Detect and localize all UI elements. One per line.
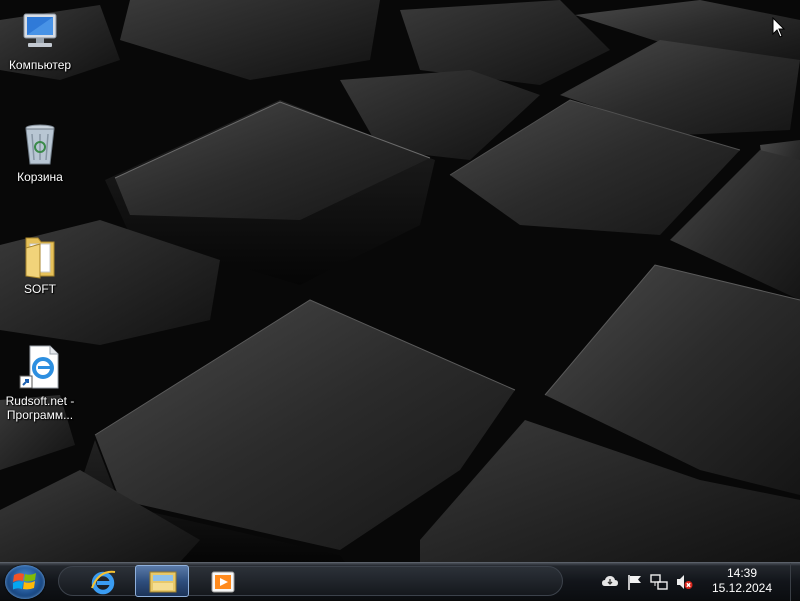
- desktop-icon-computer[interactable]: Компьютер: [0, 8, 80, 72]
- action-center-flag-icon: [628, 575, 641, 590]
- file-explorer-icon: [149, 571, 177, 593]
- media-player-icon: [211, 571, 235, 593]
- desktop-icon-recycle-bin[interactable]: Корзина: [0, 120, 80, 184]
- recycle-bin-icon: [25, 124, 55, 165]
- taskbar: 14:39 15.12.2024: [0, 562, 800, 601]
- tray-action-center[interactable]: [626, 573, 644, 591]
- taskbar-clock[interactable]: 14:39 15.12.2024: [700, 566, 784, 598]
- network-icon: [650, 574, 668, 590]
- volume-muted-icon: [677, 575, 693, 589]
- wallpaper-cubes: [0, 0, 800, 562]
- folder-icon: [25, 237, 55, 279]
- desktop-icon-label-line2: Программ...: [6, 408, 74, 422]
- taskbar-media-player[interactable]: [196, 565, 250, 597]
- show-desktop-button[interactable]: [790, 563, 800, 601]
- taskbar-internet-explorer[interactable]: [76, 565, 130, 597]
- tray-volume[interactable]: [675, 573, 693, 591]
- mouse-pointer-icon: [772, 17, 786, 38]
- desktop[interactable]: Компьютер Корзина SOFT Rudsoft.net - Про…: [0, 0, 800, 562]
- clock-time: 14:39: [726, 566, 758, 580]
- desktop-icon-label: SOFT: [24, 282, 56, 296]
- internet-shortcut-icon: [19, 345, 59, 389]
- desktop-icon-label: Компьютер: [8, 58, 72, 72]
- taskbar-file-explorer[interactable]: [135, 565, 189, 597]
- windows-logo-icon: [13, 573, 36, 590]
- internet-explorer-icon: [91, 570, 116, 595]
- start-button[interactable]: [5, 565, 45, 599]
- tray-cloud[interactable]: [601, 573, 619, 591]
- desktop-icon-label: Корзина: [17, 170, 63, 184]
- desktop-icon-soft-folder[interactable]: SOFT: [0, 232, 80, 296]
- taskbar-band: [58, 566, 563, 596]
- computer-icon: [23, 13, 57, 47]
- tray-network[interactable]: [650, 573, 668, 591]
- desktop-icon-rudsoft-shortcut[interactable]: Rudsoft.net - Программ...: [0, 344, 80, 422]
- clock-date: 15.12.2024: [711, 581, 773, 595]
- desktop-icon-label-line1: Rudsoft.net -: [5, 394, 75, 408]
- cloud-icon: [602, 576, 618, 586]
